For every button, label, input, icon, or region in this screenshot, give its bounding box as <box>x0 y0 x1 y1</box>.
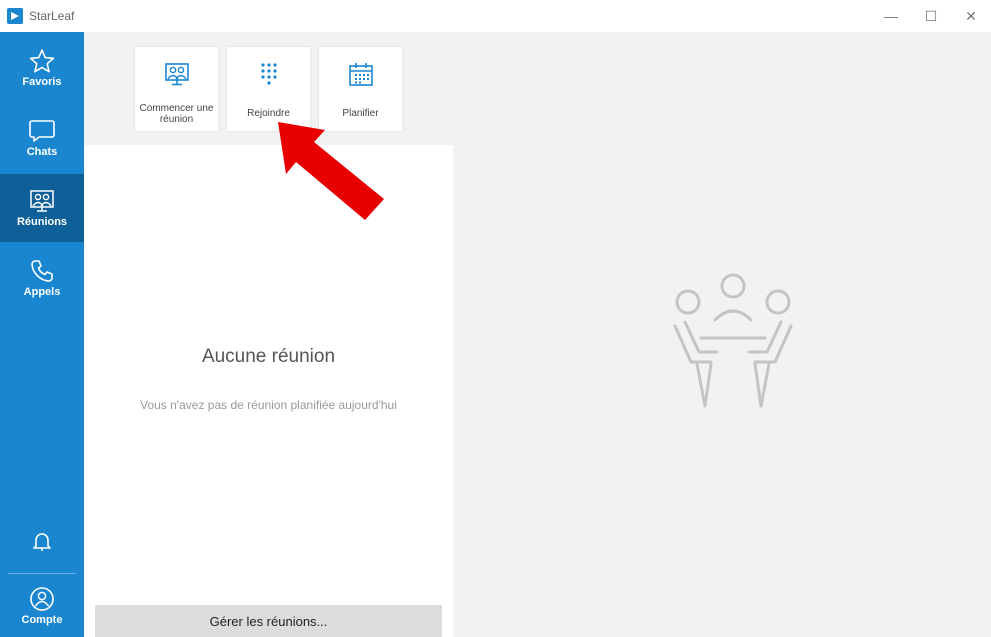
join-meeting-button[interactable]: Rejoindre <box>227 47 310 131</box>
sidebar-item-label: Appels <box>23 286 61 298</box>
minimize-button[interactable]: — <box>871 0 911 32</box>
sidebar-item-reunions[interactable]: Réunions <box>0 174 84 242</box>
sidebar-item-compte[interactable]: Compte <box>0 576 84 637</box>
meeting-table-illustration-icon <box>673 273 793 408</box>
start-meeting-label-line1: Commencer une <box>139 103 214 114</box>
sidebar-item-label: Réunions <box>16 216 68 228</box>
empty-state-title: Aucune réunion <box>201 346 336 367</box>
start-meeting-button[interactable]: Commencer une réunion <box>135 47 218 131</box>
manage-meetings-button[interactable]: Gérer les réunions... <box>95 605 442 637</box>
phone-icon <box>31 260 53 282</box>
meeting-icon <box>30 190 54 212</box>
account-icon <box>30 587 54 611</box>
meeting-screen-icon <box>164 63 189 86</box>
window-title: StarLeaf <box>29 9 75 23</box>
start-meeting-label-line2: réunion <box>159 114 194 125</box>
bell-icon <box>33 533 51 551</box>
empty-state-subtitle: Vous n'avez pas de réunion planifiée auj… <box>140 398 397 412</box>
sidebar-divider <box>8 573 76 574</box>
starleaf-logo-icon <box>7 8 23 24</box>
sidebar-item-favoris[interactable]: Favoris <box>0 34 84 102</box>
sidebar-item-label: Favoris <box>22 76 62 88</box>
dialpad-icon <box>260 63 277 85</box>
maximize-button[interactable]: ☐ <box>911 0 951 32</box>
sidebar-item-label: Chats <box>26 146 58 158</box>
schedule-meeting-label: Planifier <box>342 108 379 119</box>
title-bar: StarLeaf — ☐ ✕ <box>0 0 991 32</box>
join-meeting-label: Rejoindre <box>247 108 290 119</box>
sidebar-item-chats[interactable]: Chats <box>0 104 84 172</box>
window-controls: — ☐ ✕ <box>871 0 991 32</box>
notifications-button[interactable] <box>0 516 84 572</box>
meeting-actions-bar: Commencer une réunion Rejoindre Planifie… <box>84 32 453 145</box>
chat-bubble-icon <box>29 120 55 142</box>
sidebar-item-label: Compte <box>21 614 63 626</box>
schedule-meeting-button[interactable]: Planifier <box>319 47 402 131</box>
calendar-icon <box>348 63 373 86</box>
star-icon <box>29 49 55 73</box>
sidebar-nav: Favoris Chats Réunions Appels Compte <box>0 32 84 637</box>
sidebar-item-appels[interactable]: Appels <box>0 244 84 312</box>
annotation-arrow-icon <box>278 122 384 220</box>
detail-panel <box>453 32 991 637</box>
meetings-panel: Commencer une réunion Rejoindre Planifie… <box>84 32 453 637</box>
close-button[interactable]: ✕ <box>951 0 991 32</box>
